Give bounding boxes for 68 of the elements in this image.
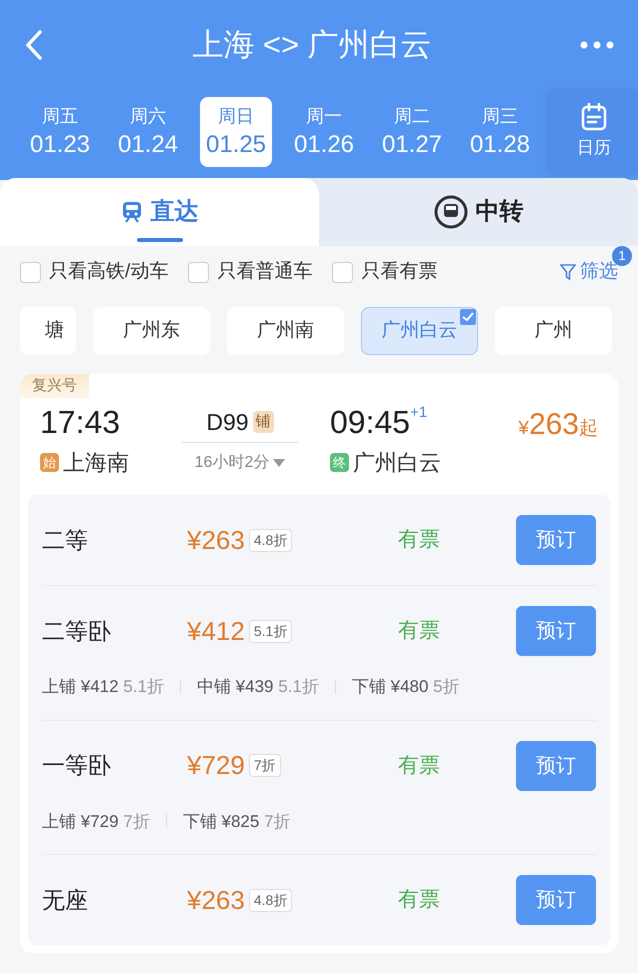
- ticket-status: 有票: [398, 752, 440, 779]
- ticket-status: 有票: [398, 887, 440, 914]
- discount-tag: 4.8折: [248, 888, 292, 912]
- back-icon[interactable]: [24, 29, 44, 61]
- seat-price: ¥729: [187, 749, 245, 782]
- more-icon[interactable]: [580, 41, 614, 49]
- lowest-price: ¥263起: [518, 407, 598, 442]
- date-tab[interactable]: 周二 01.27: [376, 97, 448, 167]
- train-type-tag: 复兴号: [20, 374, 89, 398]
- station-chip[interactable]: 广州东: [93, 307, 210, 355]
- day-offset: +1: [410, 403, 428, 423]
- date-tab[interactable]: 周一 01.26: [288, 97, 360, 167]
- date-tab[interactable]: 周六 01.24: [112, 97, 184, 167]
- berth-price: 下铺 ¥480 5折: [352, 676, 460, 698]
- berth-price: 中铺 ¥439 5.1折: [196, 676, 319, 698]
- transfer-icon: [434, 195, 468, 229]
- ticket-status: 有票: [398, 618, 440, 644]
- station-chip[interactable]: 广州: [495, 307, 612, 355]
- berth-price: 上铺 ¥729 7折: [42, 810, 150, 832]
- book-button[interactable]: 预订: [516, 875, 596, 925]
- seat-price: ¥263: [187, 524, 245, 556]
- destination-station: 广州白云: [353, 449, 441, 477]
- calendar-icon: [581, 103, 607, 132]
- filter-label: 只看普通车: [217, 260, 312, 284]
- berth-tag: 铺: [252, 410, 274, 434]
- mode-tab[interactable]: 中转: [319, 178, 638, 246]
- check-icon: [460, 309, 476, 325]
- filter-label: 只看有票: [361, 260, 438, 284]
- date-tab[interactable]: 周五 01.23: [24, 97, 96, 167]
- book-button[interactable]: 预订: [516, 515, 596, 565]
- terminal-tag: 终: [330, 453, 349, 472]
- discount-tag: 5.1折: [248, 620, 292, 642]
- origin-tag: 始: [40, 453, 59, 472]
- active-tab-underline: [136, 238, 182, 242]
- ticket-status: 有票: [398, 527, 440, 554]
- discount-tag: 7折: [248, 754, 281, 777]
- station-chip[interactable]: 塘: [20, 307, 76, 355]
- checkbox[interactable]: [188, 262, 210, 282]
- filter-label: 只看高铁/动车: [49, 260, 168, 284]
- seat-class: 无座: [42, 886, 89, 915]
- checkbox[interactable]: [20, 262, 41, 282]
- book-button[interactable]: 预订: [516, 740, 596, 790]
- count-badge: 1: [612, 246, 632, 266]
- station-chip[interactable]: 广州南: [227, 307, 344, 355]
- train-number: D99: [206, 408, 249, 437]
- origin-station: 上海南: [63, 449, 129, 477]
- seat-price: ¥412: [187, 614, 245, 648]
- date-tab[interactable]: 周三 01.28: [464, 97, 536, 167]
- depart-time: 17:43: [40, 403, 122, 442]
- date-tab[interactable]: 周日 01.25: [200, 97, 272, 167]
- window-title: 上海 <> 广州白云: [192, 26, 432, 64]
- seat-class: 二等: [42, 526, 89, 555]
- discount-tag: 4.8折: [248, 528, 292, 552]
- caret-icon: [273, 459, 286, 467]
- seat-class: 一等卧: [42, 751, 112, 780]
- book-button[interactable]: 预订: [516, 606, 596, 656]
- mode-tab[interactable]: 直达: [0, 178, 319, 246]
- station-chip[interactable]: 广州白云: [361, 307, 478, 355]
- arrive-time: 09:45: [330, 403, 410, 442]
- seat-class: 二等卧: [42, 616, 112, 646]
- calendar-button[interactable]: 日历: [550, 90, 638, 174]
- funnel-icon: [560, 263, 576, 281]
- duration-toggle[interactable]: 16小时2分: [194, 451, 286, 475]
- seat-price: ¥263: [187, 884, 245, 916]
- checkbox[interactable]: [332, 262, 354, 282]
- berth-price: 下铺 ¥825 7折: [182, 810, 291, 832]
- berth-price: 上铺 ¥412 5.1折: [42, 676, 164, 698]
- train-icon: [120, 200, 142, 224]
